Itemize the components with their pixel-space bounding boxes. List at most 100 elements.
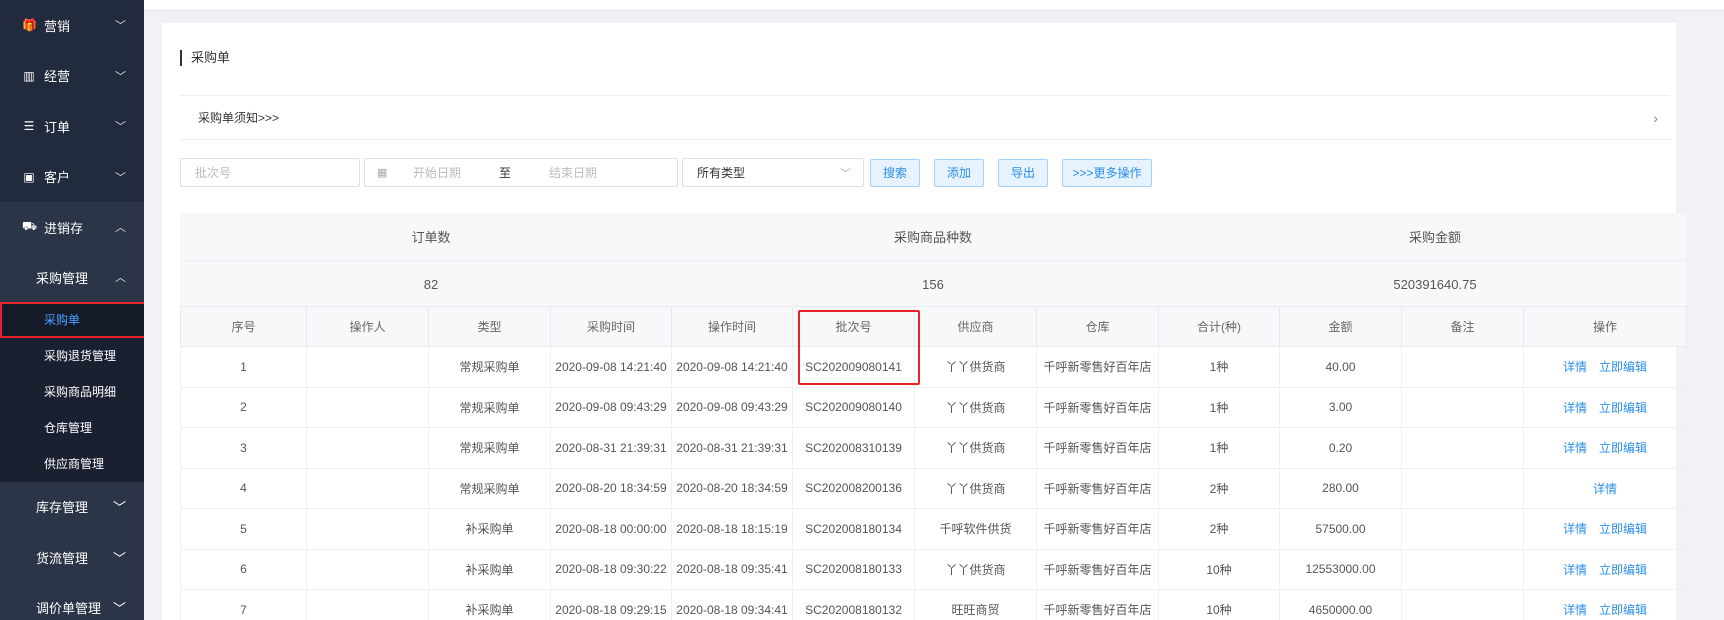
- table-row: 2 常规采购单 2020-09-08 09:43:29 2020-09-08 09:4…: [180, 386, 1687, 428]
- main-card: 采购单 采购单须知>>> › 批次号 ▦ 开始日期 至 结束日期 所有类型 ﹀ …: [162, 23, 1687, 620]
- end-date-input[interactable]: 结束日期: [549, 164, 597, 181]
- cell-batch: SC202008180132: [792, 589, 915, 620]
- cell-amount: 57500.00: [1279, 508, 1402, 550]
- cell-supplier: 丫丫供货商: [914, 548, 1037, 590]
- cell-supplier: 丫丫供货商: [914, 427, 1037, 469]
- edit-now-link[interactable]: 立即编辑: [1599, 401, 1647, 415]
- cell-purchase-time: 2020-09-08 14:21:40: [550, 346, 672, 388]
- detail-link[interactable]: 详情: [1563, 603, 1587, 617]
- purchase-table: 序号 操作人 类型 采购时间 操作时间 批次号 供应商 仓库 合计(种) 金额 备注 操作 1 常规采购…: [180, 306, 1687, 620]
- detail-link[interactable]: 详情: [1563, 522, 1587, 536]
- column-header: 操作: [1523, 306, 1687, 347]
- cell-remark: [1401, 508, 1524, 550]
- column-header: 操作人: [306, 306, 429, 347]
- nav-group-logistics[interactable]: 货流管理 ﹀: [0, 532, 144, 583]
- cell-amount: 12553000.00: [1279, 548, 1402, 590]
- nav-group-price-adjust[interactable]: 调价单管理 ﹀: [0, 582, 144, 620]
- cell-op-time: 2020-08-31 21:39:31: [671, 427, 793, 469]
- edit-now-link[interactable]: 立即编辑: [1599, 360, 1647, 374]
- page-title: 采购单: [180, 50, 230, 66]
- add-button[interactable]: 添加: [934, 158, 984, 187]
- nav-label: 进销存: [44, 220, 84, 236]
- nav-item-customers[interactable]: ▣ 客户 ﹀: [0, 152, 144, 203]
- cell-operator: [306, 346, 429, 388]
- chevron-down-icon: ﹀: [115, 171, 126, 184]
- export-button[interactable]: 导出: [998, 158, 1048, 187]
- cell-supplier: 旺旺商贸: [914, 589, 1037, 620]
- cell-actions: 详情 立即编辑: [1523, 346, 1687, 388]
- nav-label: 客户: [44, 170, 71, 186]
- cell-type: 常规采购单: [428, 467, 551, 509]
- chevron-up-icon: ︿: [115, 222, 126, 235]
- nav-item-operations[interactable]: ▥ 经营 ﹀: [0, 51, 144, 102]
- nav-group-purchase[interactable]: 采购管理 ︿: [0, 252, 144, 302]
- cell-warehouse: 千呼新零售好百年店: [1036, 467, 1159, 509]
- cell-remark: [1401, 467, 1524, 509]
- cell-batch: SC202008200136: [792, 467, 915, 509]
- table-row: 7 补采购单 2020-08-18 09:29:15 2020-08-18 09:34…: [180, 589, 1687, 620]
- type-select[interactable]: 所有类型 ﹀: [682, 158, 864, 187]
- cell-no: 3: [180, 427, 307, 469]
- edit-now-link[interactable]: 立即编辑: [1599, 441, 1647, 455]
- cell-supplier: 丫丫供货商: [914, 386, 1037, 428]
- table-row: 6 补采购单 2020-08-18 09:30:22 2020-08-18 09:35…: [180, 548, 1687, 590]
- purchase-notice[interactable]: 采购单须知>>> ›: [180, 95, 1670, 140]
- chevron-down-icon: ﹀: [115, 70, 126, 83]
- cell-purchase-time: 2020-08-18 09:29:15: [550, 589, 672, 620]
- nav-label: 库存管理: [36, 500, 89, 516]
- nav-label: 调价单管理: [36, 601, 102, 617]
- column-header: 操作时间: [671, 306, 793, 347]
- nav-leaf-purchase-order[interactable]: 采购单: [0, 301, 144, 338]
- table-row: 4 常规采购单 2020-08-20 18:34:59 2020-08-20 18:3…: [180, 467, 1687, 509]
- sidebar: 🎁 营销 ﹀ ▥ 经营 ﹀ ☰ 订单 ﹀ ▣ 客户 ﹀ ⛟ 进销存 ︿ 采购管理…: [0, 0, 144, 620]
- more-actions-button[interactable]: >>>更多操作: [1062, 158, 1152, 187]
- nav-label: 采购管理: [36, 270, 89, 286]
- cell-total: 1种: [1158, 427, 1280, 469]
- cell-op-time: 2020-08-18 18:15:19: [671, 508, 793, 550]
- cell-remark: [1401, 386, 1524, 428]
- id-card-icon: ▣: [23, 169, 35, 184]
- cell-operator: [306, 508, 429, 550]
- detail-link[interactable]: 详情: [1563, 360, 1587, 374]
- cell-operator: [306, 427, 429, 469]
- summary-value-orders: 82: [423, 276, 439, 292]
- cell-purchase-time: 2020-09-08 09:43:29: [550, 386, 672, 428]
- detail-link[interactable]: 详情: [1563, 563, 1587, 577]
- nav-group-stock[interactable]: 库存管理 ﹀: [0, 481, 144, 532]
- nav-leaf-purchase-detail[interactable]: 采购商品明细: [0, 373, 144, 410]
- bar-chart-icon: ▥: [23, 68, 35, 83]
- column-header: 金额: [1279, 306, 1402, 347]
- batch-number-input[interactable]: 批次号: [180, 158, 360, 187]
- nav-leaf-supplier[interactable]: 供应商管理: [0, 445, 144, 482]
- summary-header-orders: 订单数: [411, 230, 451, 245]
- edit-now-link[interactable]: 立即编辑: [1599, 522, 1647, 536]
- cell-supplier: 丫丫供货商: [914, 467, 1037, 509]
- cell-type: 补采购单: [428, 548, 551, 590]
- column-header: 采购时间: [550, 306, 672, 347]
- search-button[interactable]: 搜索: [870, 158, 920, 187]
- nav-item-orders[interactable]: ☰ 订单 ﹀: [0, 101, 144, 152]
- column-header: 序号: [180, 306, 307, 347]
- list-icon: ☰: [23, 119, 35, 134]
- cell-op-time: 2020-08-18 09:34:41: [671, 589, 793, 620]
- nav-leaf-warehouse[interactable]: 仓库管理: [0, 409, 144, 446]
- detail-link[interactable]: 详情: [1593, 482, 1617, 496]
- edit-now-link[interactable]: 立即编辑: [1599, 563, 1647, 577]
- summary-header-amount: 采购金额: [1408, 230, 1461, 245]
- cell-op-time: 2020-09-08 14:21:40: [671, 346, 793, 388]
- nav-leaf-purchase-return[interactable]: 采购退货管理: [0, 337, 144, 374]
- cell-type: 常规采购单: [428, 346, 551, 388]
- date-range-picker[interactable]: ▦ 开始日期 至 结束日期: [364, 158, 678, 187]
- start-date-input[interactable]: 开始日期: [413, 164, 499, 181]
- cell-supplier: 千呼软件供货: [914, 508, 1037, 550]
- purchase-submenu: 采购单 采购退货管理 采购商品明细 仓库管理 供应商管理: [0, 301, 144, 482]
- nav-item-marketing[interactable]: 🎁 营销 ﹀: [0, 0, 144, 51]
- nav-item-inventory[interactable]: ⛟ 进销存 ︿: [0, 202, 144, 253]
- detail-link[interactable]: 详情: [1563, 441, 1587, 455]
- summary-value-amount: 520391640.75: [1393, 276, 1477, 292]
- cell-batch: SC202009080140: [792, 386, 915, 428]
- edit-now-link[interactable]: 立即编辑: [1599, 603, 1647, 617]
- column-header: 仓库: [1036, 306, 1159, 347]
- cell-op-time: 2020-09-08 09:43:29: [671, 386, 793, 428]
- detail-link[interactable]: 详情: [1563, 401, 1587, 415]
